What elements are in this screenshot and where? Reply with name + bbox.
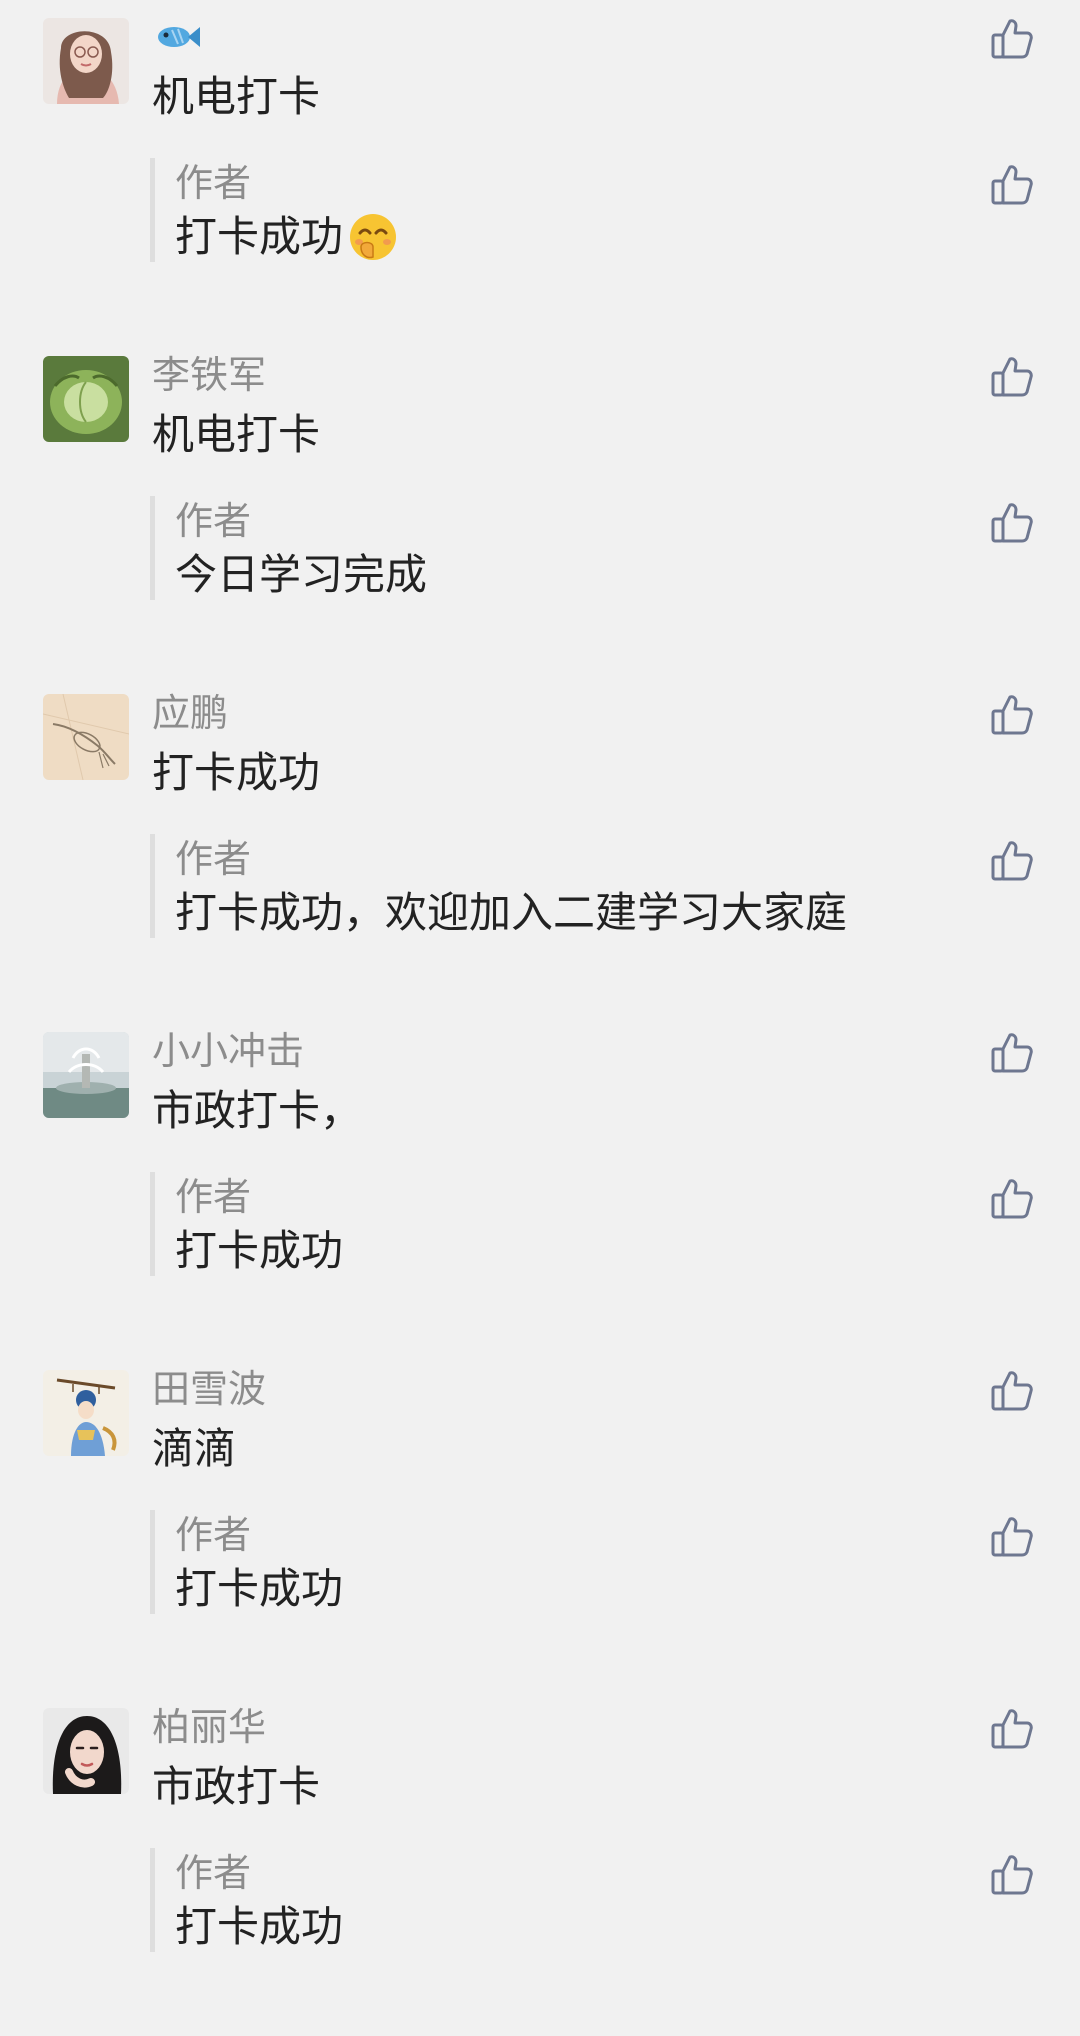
nickname: 应鹏: [152, 691, 229, 735]
reply-text: 打卡成功: [175, 1564, 344, 1613]
like-button[interactable]: [988, 352, 1036, 400]
like-button[interactable]: [988, 690, 1036, 738]
reply-text: 打卡成功: [175, 212, 344, 261]
nickname: 柏丽华: [152, 1705, 267, 1749]
like-button[interactable]: [988, 1704, 1036, 1752]
like-reply-button[interactable]: [988, 1850, 1036, 1898]
comment-text: 市政打卡: [152, 1762, 321, 1811]
comment-text: 机电打卡: [152, 410, 321, 459]
reply-text-row: 打卡成功: [175, 1224, 343, 1278]
nickname: 李铁军: [152, 353, 267, 397]
reply-text-row: 打卡成功: [175, 1900, 343, 1954]
avatar[interactable]: [43, 356, 129, 442]
avatar[interactable]: [43, 18, 129, 104]
author-reply: 作者 今日学习完成: [150, 496, 427, 600]
comment-item: 田雪波 滴滴 作者 打卡成功: [0, 1352, 1080, 1690]
reply-author-label: 作者: [175, 499, 252, 543]
like-reply-button[interactable]: [988, 1512, 1036, 1560]
like-button[interactable]: [988, 1028, 1036, 1076]
reply-text: 打卡成功: [175, 1226, 344, 1275]
comment-item: 小小冲击 市政打卡， 作者 打卡成功: [0, 1014, 1080, 1352]
like-reply-button[interactable]: [988, 160, 1036, 208]
thumbs-up-outline-icon: [991, 503, 1033, 543]
comment-item: 柏丽华 市政打卡 作者 打卡成功: [0, 1690, 1080, 2028]
comment-text: 滴滴: [152, 1424, 237, 1473]
like-button[interactable]: [988, 14, 1036, 62]
thumbs-up-outline-icon: [991, 357, 1033, 397]
thumbs-up-outline-icon: [991, 1855, 1033, 1895]
like-reply-button[interactable]: [988, 1174, 1036, 1222]
avatar[interactable]: [43, 1708, 129, 1794]
author-reply: 作者 打卡成功: [150, 1510, 343, 1614]
reply-author-label: 作者: [175, 1851, 252, 1895]
reply-author-label: 作者: [175, 1513, 252, 1557]
thumbs-up-outline-icon: [991, 695, 1033, 735]
fish-emoji-icon: [152, 12, 202, 62]
comment-item: 李铁军 机电打卡 作者 今日学习完成: [0, 338, 1080, 676]
reply-text-row: 打卡成功: [175, 210, 399, 264]
comment-text: 机电打卡: [152, 72, 321, 121]
thumbs-up-outline-icon: [991, 1033, 1033, 1073]
like-reply-button[interactable]: [988, 498, 1036, 546]
reply-author-label: 作者: [175, 1175, 252, 1219]
comment-item: 机电打卡 作者 打卡成功: [0, 0, 1080, 338]
reply-text: 打卡成功: [175, 1902, 344, 1951]
thumbs-up-outline-icon: [991, 1517, 1033, 1557]
thumbs-up-outline-icon: [991, 841, 1033, 881]
reply-text-row: 今日学习完成: [175, 548, 427, 602]
comment-item: 应鹏 打卡成功 作者 打卡成功，欢迎加入二建学习大家庭: [0, 676, 1080, 1014]
reply-author-label: 作者: [175, 161, 252, 205]
avatar[interactable]: [43, 1370, 129, 1456]
avatar[interactable]: [43, 694, 129, 780]
comment-text: 市政打卡，: [152, 1086, 363, 1135]
reply-author-label: 作者: [175, 837, 252, 881]
nickname: 小小冲击: [152, 1029, 305, 1073]
reply-text-row: 打卡成功: [175, 1562, 343, 1616]
thumbs-up-outline-icon: [991, 1371, 1033, 1411]
thumbs-up-outline-icon: [991, 1179, 1033, 1219]
author-reply: 作者 打卡成功: [150, 1848, 343, 1952]
avatar[interactable]: [43, 1032, 129, 1118]
thumbs-up-outline-icon: [991, 1709, 1033, 1749]
author-reply: 作者 打卡成功: [150, 1172, 343, 1276]
reply-text: 今日学习完成: [175, 550, 428, 599]
comment-text: 打卡成功: [152, 748, 321, 797]
reply-text: 打卡成功，欢迎加入二建学习大家庭: [175, 888, 848, 937]
author-reply: 作者 打卡成功: [150, 158, 399, 262]
reply-text-row: 打卡成功，欢迎加入二建学习大家庭: [175, 886, 847, 940]
nickname: 田雪波: [152, 1367, 267, 1411]
like-button[interactable]: [988, 1366, 1036, 1414]
giggle-face-emoji-icon: [347, 211, 399, 263]
thumbs-up-outline-icon: [991, 19, 1033, 59]
like-reply-button[interactable]: [988, 836, 1036, 884]
author-reply: 作者 打卡成功，欢迎加入二建学习大家庭: [150, 834, 847, 938]
thumbs-up-outline-icon: [991, 165, 1033, 205]
